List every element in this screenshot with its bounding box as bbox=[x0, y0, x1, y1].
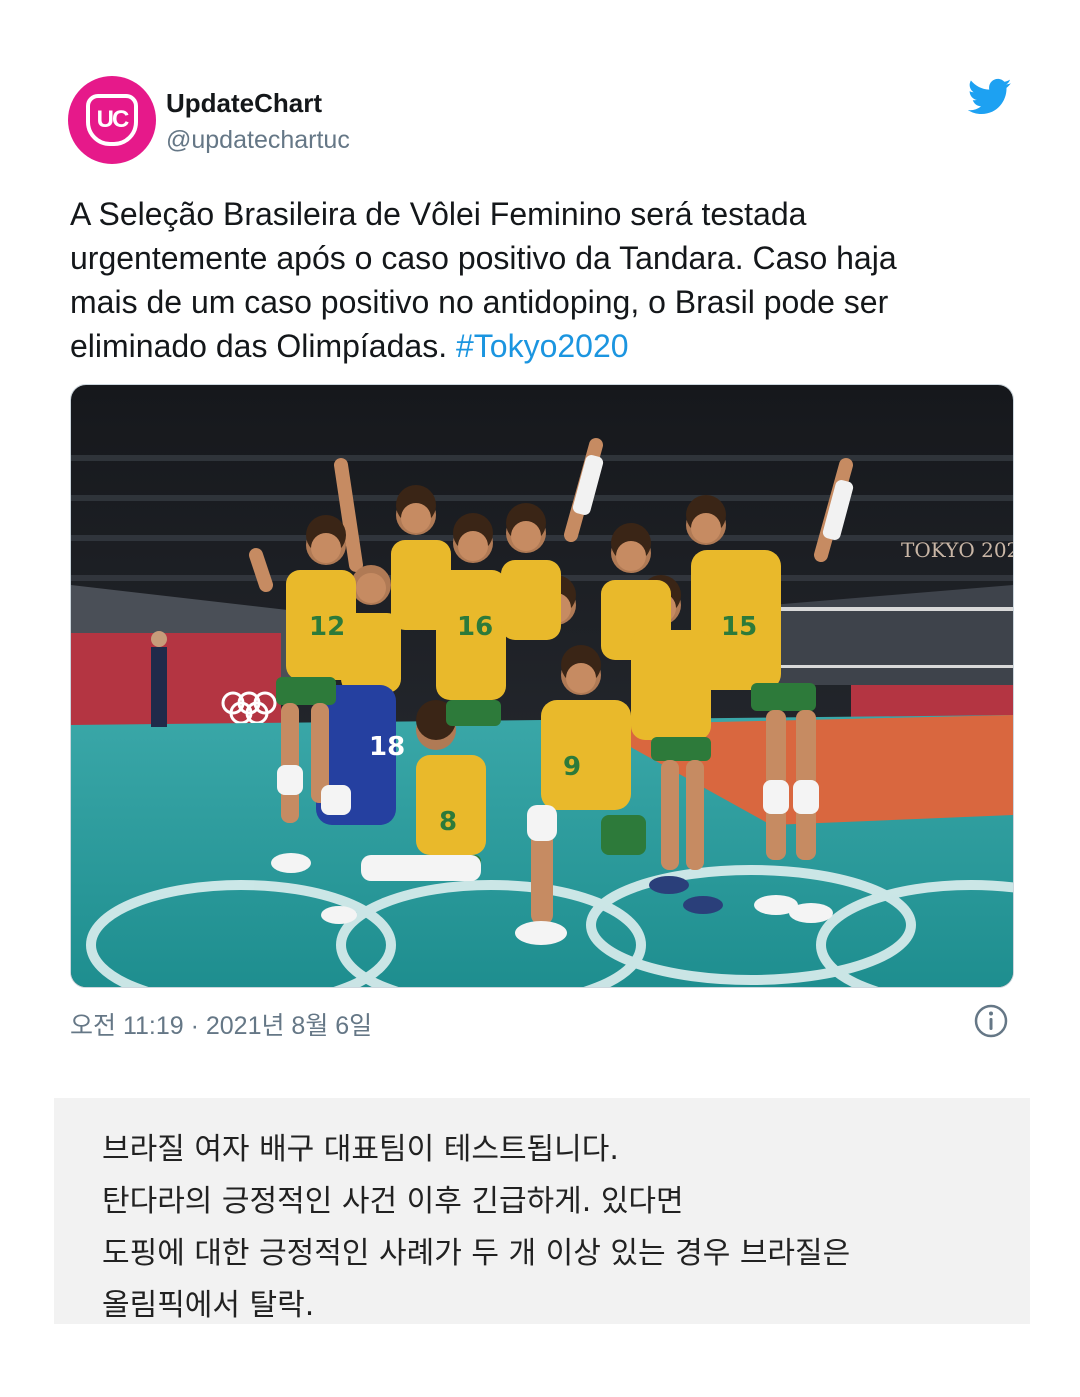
jersey-number: 12 bbox=[309, 612, 345, 642]
tweet-text-line: urgentemente após o caso positivo da Tan… bbox=[70, 240, 897, 276]
tweet-card: UC UpdateChart @updatechartuc A Seleção … bbox=[0, 0, 1080, 1060]
avatar-logo: UC bbox=[86, 94, 138, 146]
translation-line: 브라질 여자 배구 대표팀이 테스트됩니다. bbox=[102, 1132, 619, 1167]
team-photo-illustration: TOKYO 2020 bbox=[71, 385, 1013, 987]
info-icon[interactable] bbox=[972, 1002, 1010, 1040]
user-handle[interactable]: @updatechartuc bbox=[166, 126, 350, 155]
tweet-text-line: A Seleção Brasileira de Vôlei Feminino s… bbox=[70, 196, 807, 232]
jersey-number: 16 bbox=[457, 612, 493, 642]
tweet-photo[interactable]: TOKYO 2020 bbox=[70, 384, 1014, 988]
tweet-text: A Seleção Brasileira de Vôlei Feminino s… bbox=[70, 192, 1020, 368]
tweet-text-line: mais de um caso positivo no antidoping, … bbox=[70, 284, 889, 320]
avatar[interactable]: UC bbox=[68, 76, 156, 164]
jersey-number: 15 bbox=[721, 612, 757, 642]
jersey-number: 9 bbox=[563, 752, 581, 782]
translation-line: 올림픽에서 탈락. bbox=[102, 1288, 315, 1323]
tweet-timestamp[interactable]: 오전 11:19 · 2021년 8월 6일 bbox=[70, 1006, 372, 1042]
jersey-number: 18 bbox=[369, 732, 405, 762]
tokyo-signage: TOKYO 2020 bbox=[901, 538, 1013, 562]
twitter-bird-icon[interactable] bbox=[968, 78, 1012, 116]
display-name[interactable]: UpdateChart bbox=[166, 88, 322, 119]
tweet-text-line-last: eliminado das Olimpíadas. #Tokyo2020 bbox=[70, 324, 1020, 368]
translation-line: 도핑에 대한 긍정적인 사례가 두 개 이상 있는 경우 브라질은 bbox=[102, 1236, 851, 1271]
hashtag-link[interactable]: #Tokyo2020 bbox=[456, 328, 629, 364]
tweet-text-line: eliminado das Olimpíadas. bbox=[70, 328, 456, 364]
translation-box: 브라질 여자 배구 대표팀이 테스트됩니다. 탄다라의 긍정적인 사건 이후 긴… bbox=[54, 1098, 1030, 1324]
jersey-number: 8 bbox=[439, 807, 457, 837]
translation-line: 탄다라의 긍정적인 사건 이후 긴급하게. 있다면 bbox=[102, 1184, 684, 1219]
